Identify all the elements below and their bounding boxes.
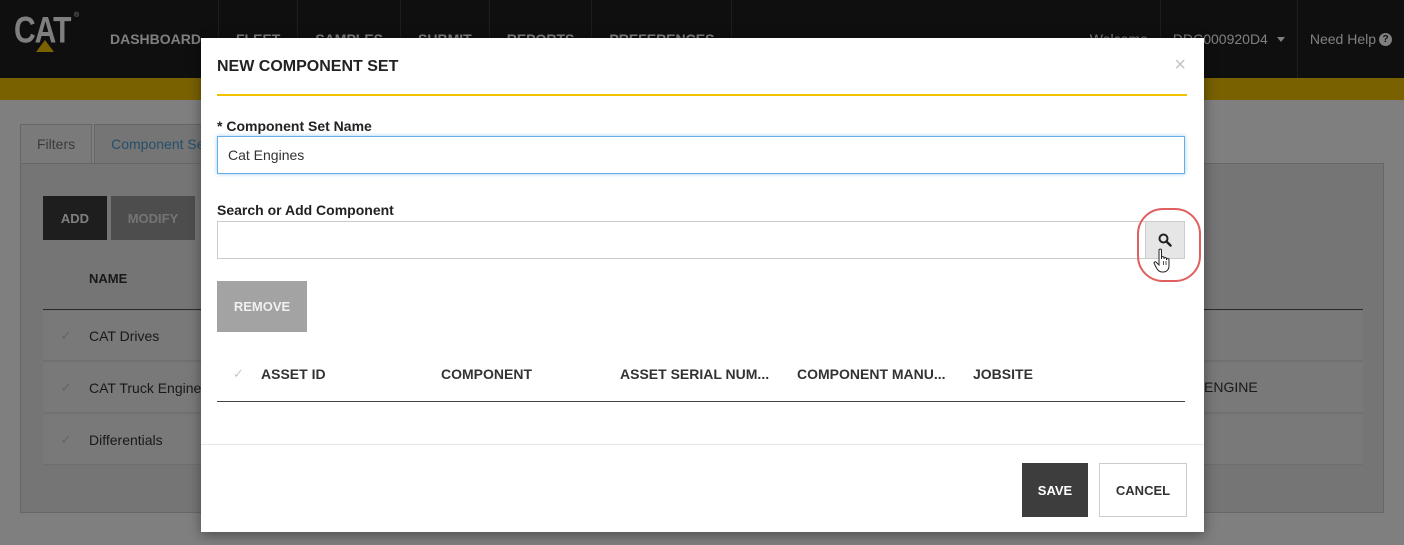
hand-pointer-icon (1153, 248, 1170, 273)
remove-button[interactable]: REMOVE (217, 281, 307, 332)
column-header-component-manufacturer[interactable]: COMPONENT MANU... (797, 366, 946, 382)
save-button[interactable]: SAVE (1022, 463, 1088, 517)
component-set-name-input[interactable] (217, 136, 1185, 174)
close-icon[interactable]: × (1174, 54, 1186, 77)
column-header-component[interactable]: COMPONENT (441, 366, 532, 382)
column-header-jobsite[interactable]: JOBSITE (973, 366, 1033, 382)
title-divider (217, 94, 1187, 96)
search-component-input[interactable] (217, 221, 1147, 259)
component-set-name-label: * Component Set Name (217, 118, 372, 134)
column-header-asset-id[interactable]: ASSET ID (261, 366, 326, 382)
search-component-label: Search or Add Component (217, 202, 394, 218)
column-header-asset-serial-number[interactable]: ASSET SERIAL NUM... (620, 366, 769, 382)
components-table-header: ✓ ASSET ID COMPONENT ASSET SERIAL NUM...… (217, 356, 1185, 402)
dialog-title: NEW COMPONENT SET (217, 58, 399, 75)
select-all-checkmark-icon[interactable]: ✓ (233, 366, 244, 382)
footer-divider (201, 444, 1204, 445)
cancel-button[interactable]: CANCEL (1099, 463, 1187, 517)
new-component-set-dialog: NEW COMPONENT SET × * Component Set Name… (201, 38, 1204, 532)
